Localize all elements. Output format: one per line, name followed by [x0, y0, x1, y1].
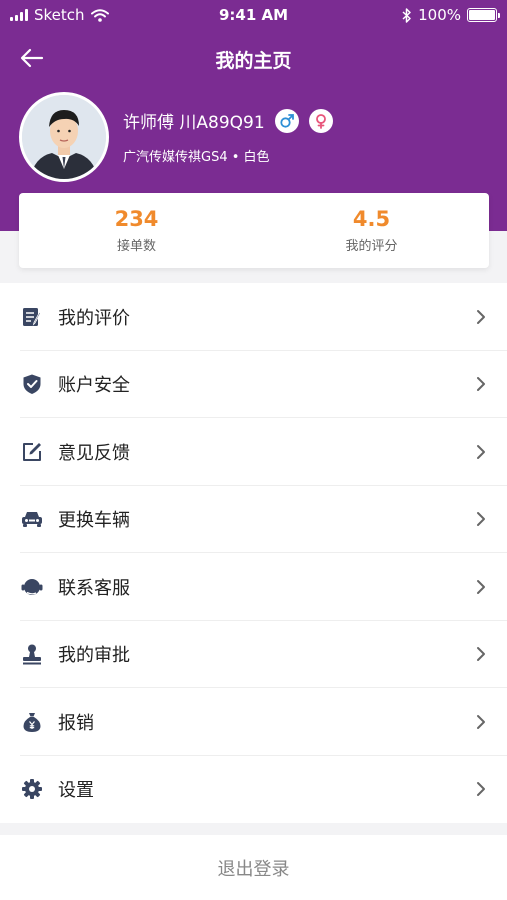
edit-icon [20, 440, 44, 464]
orders-label: 接单数 [116, 239, 156, 254]
menu-item-contact-support[interactable]: 联系客服 [0, 553, 507, 621]
stamp-icon [20, 642, 44, 666]
gear-icon [20, 777, 44, 801]
logout-button[interactable]: 退出登录 [0, 835, 507, 900]
money-bag-icon [20, 710, 44, 734]
chevron-right-icon [477, 444, 485, 459]
menu-item-label: 更换车辆 [58, 510, 130, 532]
menu-item-settings[interactable]: 设置 [0, 756, 507, 824]
headset-icon [20, 575, 44, 599]
battery-icon [467, 8, 500, 22]
driver-name: 许师傅 川A89Q91 [123, 108, 333, 133]
battery-percent: 100% [418, 6, 461, 24]
menu-list: 我的评价 账户安全 意见反馈 更换车辆 联系客服 我的审批 报销 设置 [0, 283, 507, 823]
menu-item-label: 联系客服 [58, 577, 130, 599]
avatar[interactable] [19, 92, 109, 182]
menu-item-label: 设置 [58, 780, 94, 802]
menu-item-label: 我的评价 [58, 307, 130, 329]
menu-item-label: 报销 [58, 712, 94, 734]
status-right: 100% [402, 6, 500, 24]
rating-label: 我的评分 [345, 239, 398, 254]
chevron-right-icon [477, 377, 485, 392]
menu-item-label: 账户安全 [58, 375, 130, 397]
status-bar: Sketch 9:41 AM 100% [0, 0, 507, 30]
chevron-right-icon [477, 647, 485, 662]
car-info: 广汽传媒传祺GS4 • 白色 [123, 150, 270, 165]
bluetooth-icon [402, 7, 411, 23]
menu-item-account-security[interactable]: 账户安全 [0, 351, 507, 418]
chevron-right-icon [477, 782, 485, 797]
female-icon [308, 108, 333, 133]
review-icon [20, 305, 44, 329]
chevron-right-icon [477, 579, 485, 594]
menu-item-my-reviews[interactable]: 我的评价 [0, 283, 507, 351]
avatar-image [22, 95, 106, 179]
chevron-right-icon [477, 309, 485, 324]
shield-icon [20, 372, 44, 396]
rating-stat[interactable]: 4.5 我的评分 [254, 193, 489, 268]
chevron-right-icon [477, 714, 485, 729]
nav-bar: 我的主页 [0, 40, 507, 76]
orders-count: 234 [114, 207, 159, 231]
stats-card: 234 接单数 4.5 我的评分 [19, 193, 489, 268]
driver-name-plate: 许师傅 川A89Q91 [123, 113, 265, 133]
car-icon [20, 507, 44, 531]
orders-stat[interactable]: 234 接单数 [19, 193, 254, 268]
chevron-right-icon [477, 512, 485, 527]
menu-item-label: 意见反馈 [58, 442, 130, 464]
menu-item-my-approvals[interactable]: 我的审批 [0, 621, 507, 688]
menu-item-change-vehicle[interactable]: 更换车辆 [0, 486, 507, 553]
menu-item-reimbursement[interactable]: 报销 [0, 688, 507, 756]
menu-item-feedback[interactable]: 意见反馈 [0, 418, 507, 486]
menu-item-label: 我的审批 [58, 645, 130, 667]
page-title: 我的主页 [215, 50, 292, 72]
rating-score: 4.5 [352, 207, 391, 231]
male-icon [274, 108, 299, 133]
